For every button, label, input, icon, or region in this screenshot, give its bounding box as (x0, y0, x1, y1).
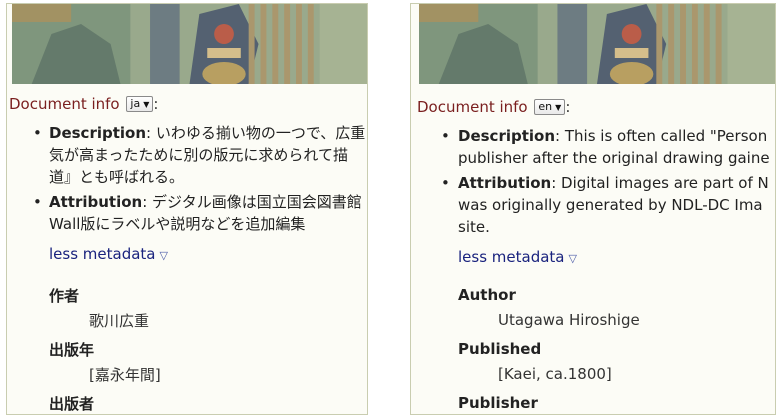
metadata-text: いわゆる揃い物の一つで、広重 (155, 124, 366, 142)
metadata-text: This is often called "Person (564, 127, 768, 145)
less-metadata-label: less metadata (49, 245, 156, 263)
metadata-separator: : (142, 193, 153, 211)
document-info-label: Document info (9, 95, 120, 113)
chevron-down-icon: ▼ (143, 99, 150, 109)
artwork-thumbnail[interactable] (12, 4, 367, 84)
metadata-text: 気が高まったために別の版元に求められて描 (49, 146, 348, 164)
metadata-text: was originally generated by NDL-DC Ima (458, 196, 763, 214)
metadata-item-description: • Description: いわゆる揃い物の一つで、広重 気が高まったために別… (7, 122, 367, 188)
metadata-line: Attribution: Digital images are part of … (458, 172, 775, 194)
metadata-key: Description (458, 127, 556, 145)
field-publisher: 出版者 (49, 393, 367, 414)
field-label: 出版者 (49, 395, 95, 413)
collapse-triangle-icon: ▽ (568, 252, 577, 265)
bullet-icon: • (33, 193, 42, 211)
metadata-text: site. (458, 218, 490, 236)
metadata-fields: Author Utagawa Hiroshige Published [Kaei… (411, 284, 775, 414)
metadata-separator: : (555, 127, 565, 145)
field-published: 出版年 [嘉永年間] (49, 339, 367, 386)
less-metadata-link[interactable]: less metadata ▽ (49, 243, 367, 267)
document-info-header: Document info en ▼: (417, 98, 571, 116)
document-info-header: Document info ja ▼: (9, 95, 159, 113)
language-select[interactable]: en ▼ (534, 98, 566, 115)
field-value: Utagawa Hiroshige (498, 311, 640, 329)
language-select[interactable]: ja ▼ (126, 95, 154, 112)
metadata-item-attribution: • Attribution: デジタル画像は国立国会図書館 Wall版にラベルや… (7, 191, 367, 235)
field-value: [嘉永年間] (89, 366, 161, 384)
field-value: [Kaei, ca.1800] (498, 365, 612, 383)
metadata-line: Description: いわゆる揃い物の一つで、広重 (49, 122, 367, 144)
document-panel-ja: Document info ja ▼: • Description: いわゆる揃い… (6, 3, 368, 415)
metadata-text: 道』とも呼ばれる。 (49, 168, 185, 186)
bullet-icon: • (441, 174, 450, 192)
document-info-label: Document info (417, 98, 528, 116)
metadata-list: • Description: いわゆる揃い物の一つで、広重 気が高まったために別… (7, 122, 367, 235)
comparison-view: Document info ja ▼: • Description: いわゆる揃い… (0, 0, 780, 420)
metadata-item-description: • Description: This is often called "Per… (411, 125, 775, 169)
field-label: Author (458, 286, 516, 304)
metadata-line: Attribution: デジタル画像は国立国会図書館 (49, 191, 367, 213)
field-author: 作者 歌川広重 (49, 285, 367, 332)
bullet-icon: • (33, 124, 42, 142)
field-publisher: Publisher (458, 392, 775, 414)
less-metadata-link[interactable]: less metadata ▽ (458, 246, 775, 270)
language-select-value: ja (130, 96, 141, 110)
field-published: Published [Kaei, ca.1800] (458, 338, 775, 385)
metadata-fields: 作者 歌川広重 出版年 [嘉永年間] 出版者 (7, 285, 367, 414)
artwork-image (12, 4, 367, 84)
field-value: 歌川広重 (89, 312, 150, 330)
document-info-section: Document info en ▼: • Description: This i… (411, 96, 775, 414)
metadata-separator: : (146, 124, 156, 142)
metadata-text: Digital images are part of N (561, 174, 769, 192)
field-label: Publisher (458, 394, 538, 412)
field-label: Published (458, 340, 542, 358)
artwork-thumbnail[interactable] (419, 4, 775, 84)
metadata-key: Attribution (49, 193, 143, 211)
metadata-key: Attribution (458, 174, 552, 192)
metadata-separator: : (551, 174, 562, 192)
language-select-value: en (538, 99, 553, 113)
field-label: 作者 (49, 287, 80, 305)
collapse-triangle-icon: ▽ (159, 249, 168, 262)
bullet-icon: • (441, 127, 450, 145)
artwork-image (419, 4, 775, 84)
less-metadata-label: less metadata (458, 248, 565, 266)
metadata-line: Description: This is often called "Perso… (458, 125, 775, 147)
metadata-text: publisher after the original drawing gai… (458, 149, 770, 167)
metadata-text: Wall版にラベルや説明などを追加編集 (49, 215, 306, 233)
metadata-key: Description (49, 124, 147, 142)
metadata-list: • Description: This is often called "Per… (411, 125, 775, 238)
metadata-item-attribution: • Attribution: Digital images are part o… (411, 172, 775, 238)
document-panel-en: Document info en ▼: • Description: This i… (410, 3, 776, 415)
field-author: Author Utagawa Hiroshige (458, 284, 775, 331)
field-label: 出版年 (49, 341, 95, 359)
document-info-section: Document info ja ▼: • Description: いわゆる揃い… (7, 93, 367, 414)
chevron-down-icon: ▼ (555, 102, 562, 112)
metadata-text: デジタル画像は国立国会図書館 (152, 193, 362, 211)
